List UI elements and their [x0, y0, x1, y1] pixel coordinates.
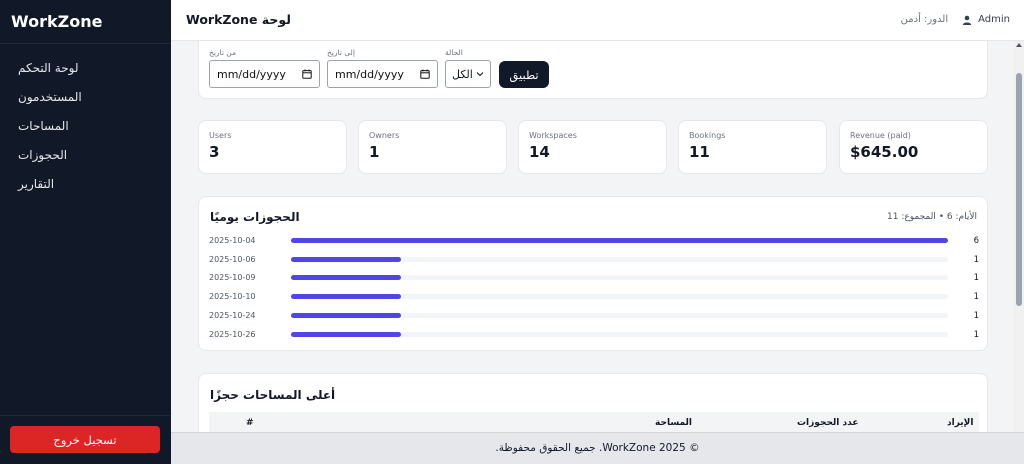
col-bookings: عدد الحجوزات — [797, 418, 859, 428]
stat-value: 14 — [529, 143, 550, 161]
daily-bookings-summary: الأيام: 6 • المجموع: 11 — [887, 212, 977, 222]
bar-fill — [291, 294, 401, 300]
bar-fill — [291, 331, 401, 337]
stat-card-revenue: Revenue (paid) $645.00 — [839, 120, 988, 174]
daily-bookings-card: الحجوزات يوميًا الأيام: 6 • المجموع: 11 … — [198, 196, 988, 351]
sidebar-item-workspaces[interactable]: المساحات — [0, 112, 171, 141]
bar-date: 2025-10-09 — [209, 273, 256, 283]
to-date-input[interactable]: mm/dd/yyyy — [327, 60, 438, 88]
stat-label: Users — [209, 131, 232, 140]
from-date-input[interactable]: mm/dd/yyyy — [209, 60, 320, 88]
user-icon — [962, 15, 972, 25]
bar-row: 2025-10-09 1 — [209, 272, 979, 284]
stat-label: Revenue (paid) — [850, 131, 911, 140]
bar-fill — [291, 238, 948, 243]
bar-track — [291, 331, 948, 337]
scrollbar-thumb[interactable] — [1016, 73, 1022, 306]
bar-date: 2025-10-10 — [209, 292, 256, 302]
bar-row: 2025-10-06 1 — [209, 254, 979, 266]
bar-date: 2025-10-06 — [209, 254, 256, 264]
status-value: الكل — [452, 67, 473, 81]
top-bar: لوحة WorkZone الدور: أدمن Admin — [171, 0, 1024, 41]
bar-row: 2025-10-24 1 — [209, 310, 979, 322]
scrollbar[interactable] — [1014, 41, 1024, 432]
bar-count: 1 — [973, 273, 979, 284]
bar-track — [291, 238, 948, 243]
bar-count: 1 — [973, 329, 979, 340]
top-spaces-title: أعلى المساحات حجزًا — [210, 388, 336, 402]
to-date-value: mm/dd/yyyy — [335, 67, 404, 81]
to-date-label: إلى تاريخ — [327, 48, 355, 57]
stat-value: 1 — [369, 143, 380, 161]
bar-track — [291, 256, 948, 262]
calendar-icon[interactable] — [420, 69, 430, 79]
page-title: لوحة WorkZone — [186, 12, 291, 27]
calendar-icon[interactable] — [302, 69, 312, 79]
logout-button[interactable]: تسجيل خروج — [10, 426, 160, 453]
bar-track — [291, 275, 948, 281]
bar-track — [291, 294, 948, 300]
bar-date: 2025-10-04 — [209, 236, 256, 245]
bar-count: 6 — [973, 236, 979, 246]
bar-row: 2025-10-04 6 — [209, 235, 979, 247]
from-date-value: mm/dd/yyyy — [217, 67, 286, 81]
role-label: الدور: أدمن — [900, 14, 949, 25]
stat-label: Owners — [369, 131, 400, 140]
main-content: من تاريخ mm/dd/yyyy إلى تاريخ mm/dd/yyyy — [171, 41, 1014, 432]
chevron-down-icon — [476, 72, 484, 77]
brand-logo: WorkZone — [0, 0, 171, 44]
bar-count: 1 — [973, 292, 979, 303]
stat-card-bookings: Bookings 11 — [678, 120, 827, 174]
top-spaces-card: أعلى المساحات حجزًا # المساحة عدد الحجوز… — [198, 373, 988, 432]
user-name[interactable]: Admin — [978, 14, 1010, 25]
stat-value: 11 — [689, 143, 710, 161]
from-date-label: من تاريخ — [209, 48, 237, 57]
bar-track — [291, 312, 948, 318]
bar-fill — [291, 312, 401, 318]
apply-button[interactable]: تطبيق — [499, 61, 549, 88]
to-date-field: إلى تاريخ mm/dd/yyyy — [327, 48, 438, 88]
from-date-field: من تاريخ mm/dd/yyyy — [209, 48, 320, 88]
bar-date: 2025-10-26 — [209, 329, 256, 339]
scroll-up-arrow-icon[interactable] — [1016, 43, 1022, 47]
bar-row: 2025-10-26 1 — [209, 329, 979, 341]
bar-date: 2025-10-24 — [209, 310, 256, 320]
status-label: الحالة — [445, 48, 463, 57]
stat-label: Workspaces — [529, 131, 577, 140]
bar-fill — [291, 256, 401, 262]
stat-card-workspaces: Workspaces 14 — [518, 120, 667, 174]
top-spaces-table-header: # المساحة عدد الحجوزات الإيراد — [209, 412, 979, 432]
user-area: الدور: أدمن Admin — [901, 14, 1010, 25]
bar-row: 2025-10-10 1 — [209, 291, 979, 303]
sidebar-item-reports[interactable]: التقارير — [0, 170, 171, 199]
sidebar-item-dashboard[interactable]: لوحة التحكم — [0, 54, 171, 83]
bar-count: 1 — [973, 310, 979, 321]
stat-value: $645.00 — [850, 143, 919, 161]
sidebar-footer: تسجيل خروج — [0, 415, 171, 464]
stat-card-owners: Owners 1 — [358, 120, 507, 174]
bar-fill — [291, 275, 401, 281]
bar-count: 1 — [973, 254, 979, 265]
status-select[interactable]: الكل — [445, 60, 491, 88]
col-space: المساحة — [655, 418, 692, 428]
daily-bookings-title: الحجوزات يوميًا — [210, 210, 300, 224]
stat-card-users: Users 3 — [198, 120, 347, 174]
stat-value: 3 — [209, 143, 220, 161]
filter-card: من تاريخ mm/dd/yyyy إلى تاريخ mm/dd/yyyy — [198, 41, 988, 99]
col-revenue: الإيراد — [947, 418, 974, 428]
col-index: # — [246, 418, 254, 428]
sidebar-item-users[interactable]: المستخدمون — [0, 83, 171, 112]
status-field: الحالة الكل — [445, 48, 491, 88]
page-footer: © 2025 WorkZone. جميع الحقوق محفوظة. — [171, 432, 1024, 464]
stat-label: Bookings — [689, 131, 726, 140]
sidebar-item-bookings[interactable]: الحجوزات — [0, 141, 171, 170]
sidebar: WorkZone لوحة التحكم المستخدمون المساحات… — [0, 0, 171, 464]
sidebar-nav: لوحة التحكم المستخدمون المساحات الحجوزات… — [0, 44, 171, 199]
